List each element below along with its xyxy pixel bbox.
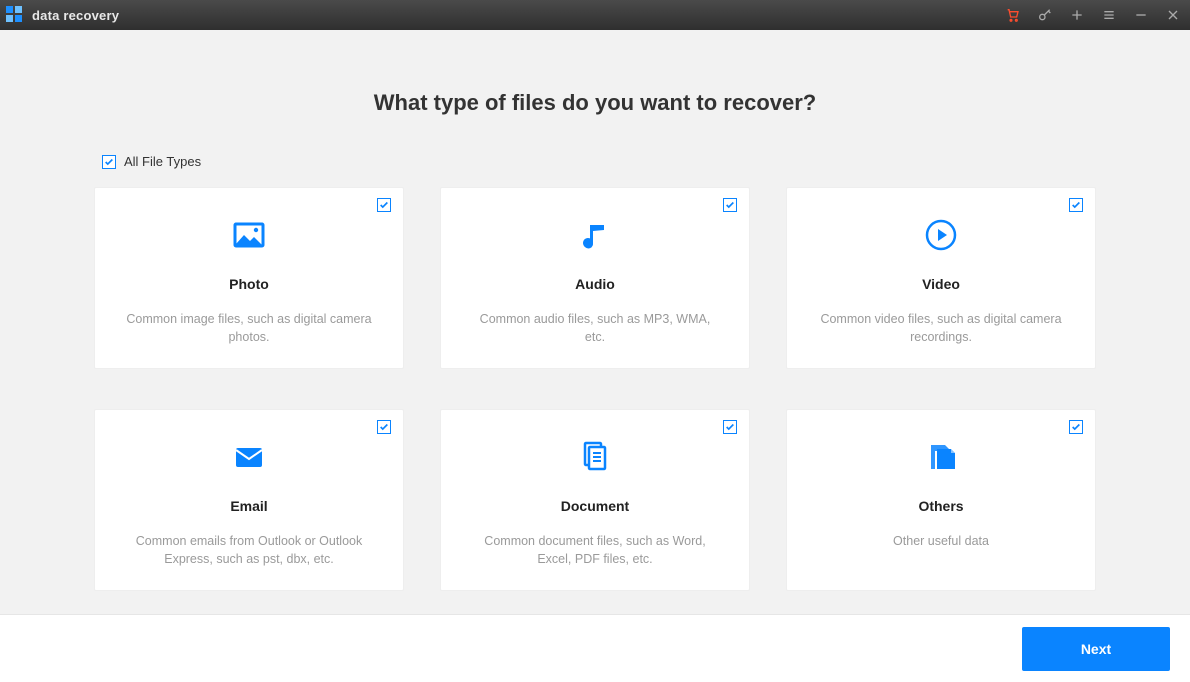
card-photo-desc: Common image files, such as digital came… — [119, 310, 379, 346]
card-others-desc: Other useful data — [889, 532, 993, 550]
card-audio-title: Audio — [575, 276, 615, 292]
card-document-desc: Common document files, such as Word, Exc… — [465, 532, 725, 568]
app-title: data recovery — [32, 8, 119, 23]
card-others-checkbox[interactable] — [1069, 420, 1083, 434]
card-video-checkbox[interactable] — [1069, 198, 1083, 212]
next-button[interactable]: Next — [1022, 627, 1170, 671]
card-photo-checkbox[interactable] — [377, 198, 391, 212]
card-video-desc: Common video files, such as digital came… — [811, 310, 1071, 346]
video-icon — [923, 212, 959, 258]
card-video[interactable]: Video Common video files, such as digita… — [786, 187, 1096, 369]
card-document-checkbox[interactable] — [723, 420, 737, 434]
titlebar-right — [1004, 6, 1182, 24]
cart-icon[interactable] — [1004, 6, 1022, 24]
key-icon[interactable] — [1036, 6, 1054, 24]
email-icon — [231, 434, 267, 480]
audio-icon — [577, 212, 613, 258]
card-video-title: Video — [922, 276, 960, 292]
titlebar-left: data recovery — [6, 6, 119, 24]
card-others[interactable]: Others Other useful data — [786, 409, 1096, 591]
others-icon — [923, 434, 959, 480]
file-type-grid: Photo Common image files, such as digita… — [100, 187, 1090, 591]
card-email[interactable]: Email Common emails from Outlook or Outl… — [94, 409, 404, 591]
all-file-types-row[interactable]: All File Types — [100, 154, 1090, 169]
all-file-types-label: All File Types — [124, 154, 201, 169]
minimize-icon[interactable] — [1132, 6, 1150, 24]
card-email-title: Email — [230, 498, 267, 514]
all-file-types-checkbox[interactable] — [102, 155, 116, 169]
main-content: What type of files do you want to recove… — [0, 30, 1190, 591]
card-email-checkbox[interactable] — [377, 420, 391, 434]
document-icon — [577, 434, 613, 480]
card-audio-checkbox[interactable] — [723, 198, 737, 212]
menu-icon[interactable] — [1100, 6, 1118, 24]
card-audio-desc: Common audio files, such as MP3, WMA, et… — [465, 310, 725, 346]
card-photo[interactable]: Photo Common image files, such as digita… — [94, 187, 404, 369]
card-others-title: Others — [918, 498, 963, 514]
app-logo-icon — [6, 6, 24, 24]
card-email-desc: Common emails from Outlook or Outlook Ex… — [119, 532, 379, 568]
titlebar: data recovery — [0, 0, 1190, 30]
close-icon[interactable] — [1164, 6, 1182, 24]
card-audio[interactable]: Audio Common audio files, such as MP3, W… — [440, 187, 750, 369]
page-heading: What type of files do you want to recove… — [100, 90, 1090, 116]
plus-icon[interactable] — [1068, 6, 1086, 24]
card-document[interactable]: Document Common document files, such as … — [440, 409, 750, 591]
photo-icon — [231, 212, 267, 258]
footer: Next — [0, 614, 1190, 682]
card-document-title: Document — [561, 498, 629, 514]
card-photo-title: Photo — [229, 276, 269, 292]
